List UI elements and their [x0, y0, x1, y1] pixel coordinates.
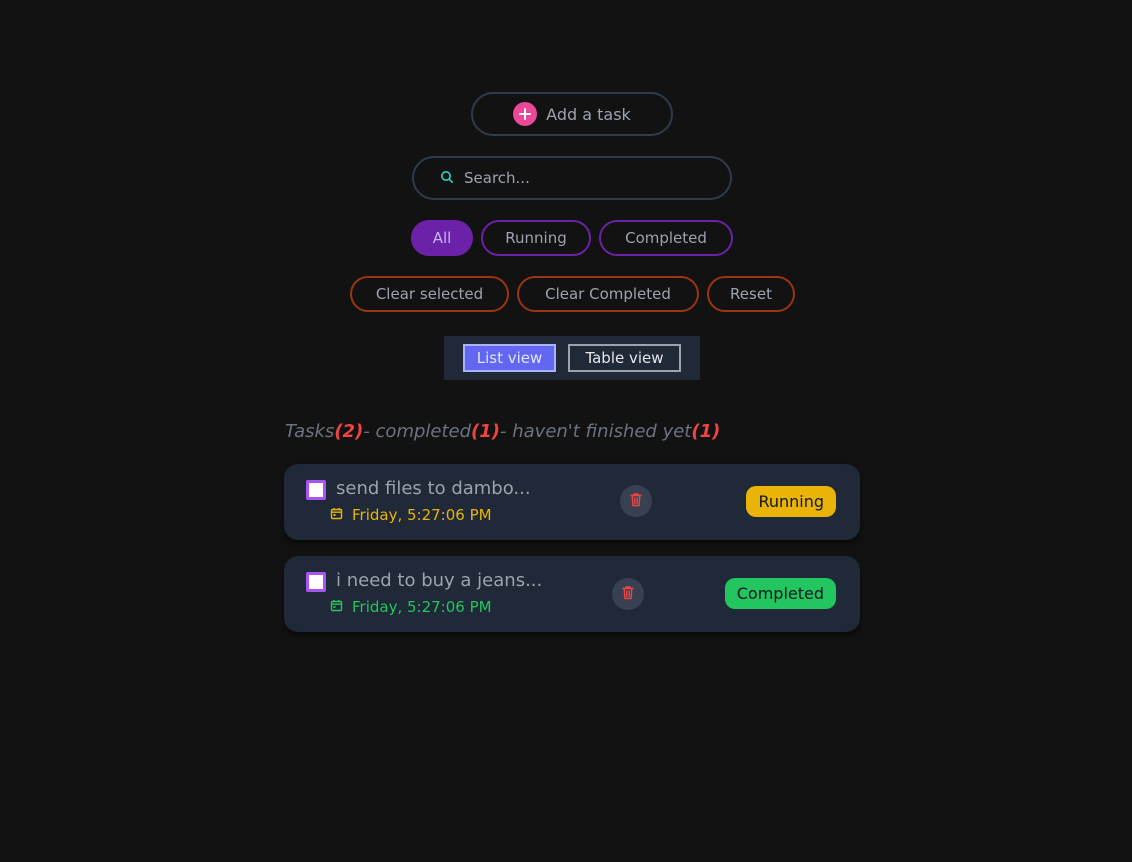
delete-task-button[interactable] [612, 578, 644, 610]
filter-completed-button[interactable]: Completed [599, 220, 733, 256]
summary-completed-count: (1) [471, 421, 501, 442]
filter-all-button[interactable]: All [411, 220, 473, 256]
search-icon [440, 169, 454, 188]
task-card[interactable]: i need to buy a jeans... Friday, 5:27:06… [284, 556, 860, 632]
summary-tasks-count: (2) [334, 421, 364, 442]
trash-icon [629, 492, 643, 511]
task-checkbox[interactable] [306, 572, 326, 592]
summary-tasks-label: Tasks [285, 421, 335, 442]
view-toggle: List view Table view [444, 336, 700, 380]
clear-completed-button[interactable]: Clear Completed [517, 276, 699, 312]
calendar-icon [330, 506, 343, 524]
status-badge: Running [746, 486, 836, 517]
delete-task-button[interactable] [620, 485, 652, 517]
search-input[interactable] [462, 168, 706, 188]
search-bar [412, 156, 732, 200]
task-checkbox[interactable] [306, 480, 326, 500]
reset-button[interactable]: Reset [707, 276, 795, 312]
table-view-button[interactable]: Table view [568, 344, 681, 372]
summary-unfinished-label: - haven't finished yet [500, 421, 692, 442]
trash-icon [621, 585, 635, 604]
add-task-button[interactable]: Add a task [471, 92, 673, 136]
task-date-text: Friday, 5:27:06 PM [352, 506, 492, 524]
todo-app: Add a task All Running Completed Clear s… [0, 0, 1132, 862]
task-title: send files to dambo... [336, 478, 531, 499]
task-title: i need to buy a jeans... [336, 570, 543, 591]
filter-running-button[interactable]: Running [481, 220, 591, 256]
plus-icon [513, 102, 538, 126]
calendar-icon [330, 598, 343, 616]
task-date: Friday, 5:27:06 PM [330, 598, 492, 616]
summary-unfinished-count: (1) [691, 421, 721, 442]
list-view-button[interactable]: List view [463, 344, 556, 372]
add-task-label: Add a task [546, 104, 631, 124]
summary-completed-label: - completed [363, 421, 472, 442]
clear-selected-button[interactable]: Clear selected [350, 276, 509, 312]
task-date: Friday, 5:27:06 PM [330, 506, 492, 524]
task-card[interactable]: send files to dambo... Friday, 5:27:06 P… [284, 464, 860, 540]
status-badge: Completed [724, 578, 836, 609]
task-summary: Tasks(2)- completed(1)- haven't finished… [285, 421, 720, 442]
task-date-text: Friday, 5:27:06 PM [352, 598, 492, 616]
